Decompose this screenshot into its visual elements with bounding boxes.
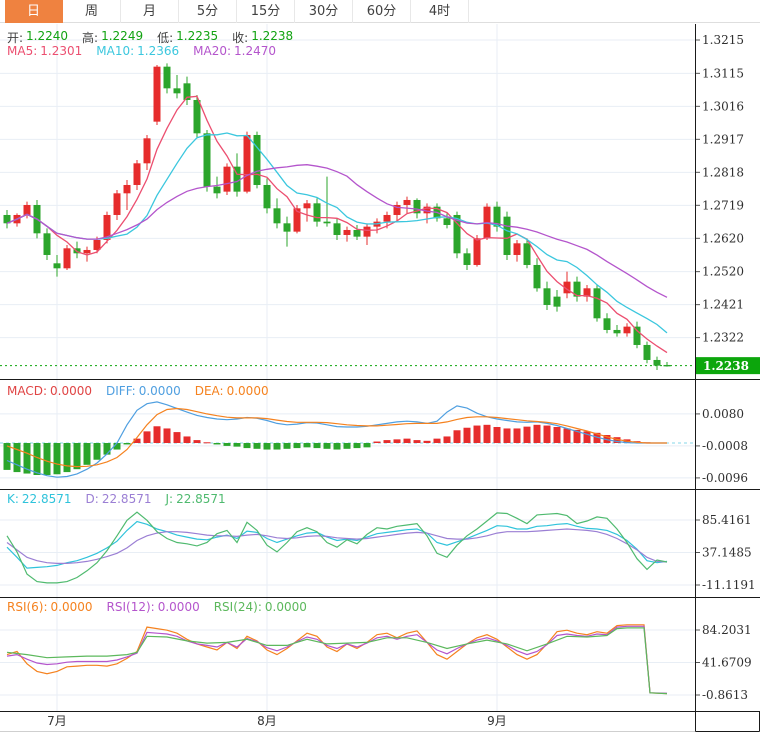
tab-month[interactable]: 月 xyxy=(121,0,179,23)
y-axis-label: -0.0008 xyxy=(702,439,748,453)
kdj-panel xyxy=(7,512,667,583)
tab-4hour[interactable]: 4时 xyxy=(411,0,469,23)
y-axis-label: 1.3016 xyxy=(702,99,744,113)
grid xyxy=(0,24,695,711)
rsi-line-rsi6 xyxy=(7,625,667,694)
x-axis-month-label: 9月 xyxy=(487,714,507,728)
y-axis-label: 1.2620 xyxy=(702,231,744,245)
kdj-line-j xyxy=(7,512,667,583)
rsi-line-rsi24 xyxy=(7,628,667,694)
y-axis: 1.3215 1.3115 1.3016 1.2917 1.2818 1.2719 1.26… xyxy=(695,33,760,702)
tab-15min[interactable]: 15分 xyxy=(237,0,295,23)
rsi-panel xyxy=(7,625,667,694)
y-axis-label: 1.2818 xyxy=(702,165,744,179)
y-axis-label: 0.0080 xyxy=(702,407,744,421)
kdj-line-d xyxy=(7,529,667,563)
tab-60min[interactable]: 60分 xyxy=(353,0,411,23)
y-axis-label: -11.1191 xyxy=(702,578,756,592)
tab-week[interactable]: 周 xyxy=(63,0,121,23)
x-axis-month-label: 8月 xyxy=(257,714,277,728)
y-axis-label: -0.8613 xyxy=(702,688,748,702)
y-axis-label: 37.1485 xyxy=(702,545,752,559)
period-tabbar: 日周月5分15分30分60分4时 xyxy=(0,0,760,23)
y-axis-label: 1.2421 xyxy=(702,298,744,312)
x-axis-month-label: 7月 xyxy=(47,714,67,728)
y-axis-label: 84.2031 xyxy=(702,623,752,637)
y-axis-label: 1.2322 xyxy=(702,331,744,345)
y-axis-label: 1.3215 xyxy=(702,33,744,47)
chart-canvas[interactable]: 1.3215 1.3115 1.3016 1.2917 1.2818 1.2719 1.26… xyxy=(0,24,760,734)
y-axis-label: -0.0096 xyxy=(702,471,748,485)
tab-5min[interactable]: 5分 xyxy=(179,0,237,23)
y-axis-label: 1.2719 xyxy=(702,198,744,212)
current-price-tag-text: 1.2238 xyxy=(703,359,749,373)
y-axis-label: 1.3115 xyxy=(702,66,744,80)
trading-chart-app: 日周月5分15分30分60分4时 1.3215 1.3115 1.3016 1.291… xyxy=(0,0,760,734)
tab-day[interactable]: 日 xyxy=(5,0,63,23)
y-axis-label: 41.6709 xyxy=(702,655,752,669)
candlestick-panel xyxy=(0,63,695,370)
tab-30min[interactable]: 30分 xyxy=(295,0,353,23)
panel-borders xyxy=(0,24,760,732)
y-axis-label: 85.4161 xyxy=(702,513,752,527)
macd-panel xyxy=(0,402,695,477)
y-axis-label: 1.2520 xyxy=(702,265,744,279)
x-axis-labels: 7月 8月 9月 xyxy=(47,714,507,728)
y-axis-label: 1.2917 xyxy=(702,132,744,146)
